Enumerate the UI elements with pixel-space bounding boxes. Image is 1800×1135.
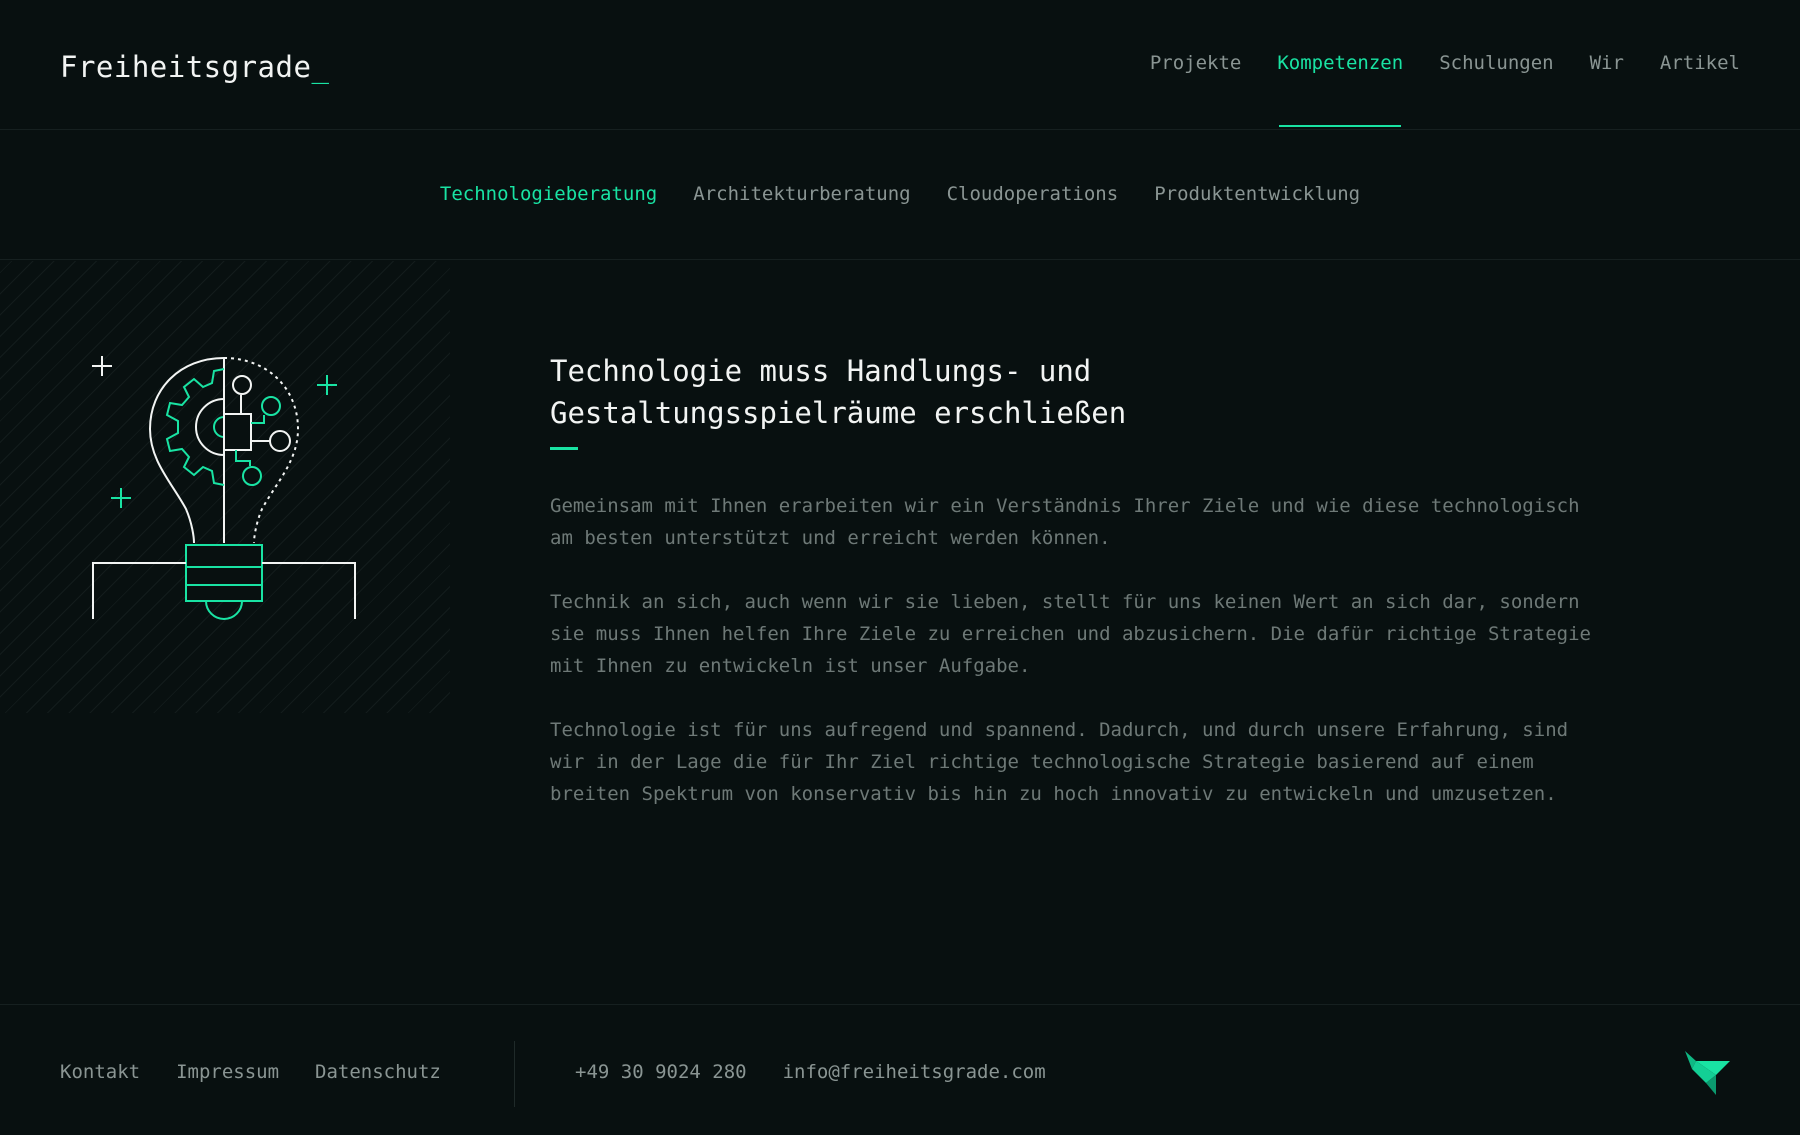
subnav-item-produktentwicklung[interactable]: Produktentwicklung [1154, 183, 1360, 205]
footer-contact: +49 30 9024 280 info@freiheitsgrade.com [575, 1061, 1046, 1083]
lightbulb-circuit-icon [92, 356, 356, 620]
nav-item-schulungen[interactable]: Schulungen [1439, 52, 1553, 130]
main-content: Technologie muss Handlungs- und Gestaltu… [550, 350, 1660, 842]
sub-nav: Technologieberatung Architekturberatung … [0, 130, 1800, 260]
site-header: Freiheitsgrade_ Projekte Kompetenzen Sch… [0, 0, 1800, 130]
body-paragraph: Gemeinsam mit Ihnen erarbeiten wir ein V… [550, 495, 1580, 549]
nav-item-wir[interactable]: Wir [1590, 52, 1624, 130]
bird-logo-icon-graphic [1685, 1051, 1730, 1095]
footer-link-datenschutz[interactable]: Datenschutz [315, 1061, 441, 1083]
brand-cursor: _ [311, 50, 330, 84]
body-paragraph: Technologie ist für uns aufregend und sp… [550, 719, 1569, 805]
footer-links: Kontakt Impressum Datenschutz [60, 1061, 441, 1083]
title-accent-rule [550, 447, 578, 450]
page-title-line-1: Technologie muss Handlungs- und [550, 354, 1092, 388]
subnav-item-cloudoperations[interactable]: Cloudoperations [947, 183, 1119, 205]
phone-link[interactable]: +49 30 9024 280 [575, 1061, 747, 1083]
nav-item-projekte[interactable]: Projekte [1150, 52, 1242, 130]
subnav-item-technologieberatung[interactable]: Technologieberatung [440, 183, 657, 205]
subnav-item-architekturberatung[interactable]: Architekturberatung [693, 183, 910, 205]
brand-name: Freiheitsgrade [60, 50, 312, 84]
page-title-line-2: Gestaltungsspielräume erschließen [550, 396, 1127, 430]
main-nav: Projekte Kompetenzen Schulungen Wir Arti… [1150, 52, 1740, 130]
footer-link-impressum[interactable]: Impressum [176, 1061, 279, 1083]
bird-logo-icon[interactable] [1682, 1047, 1732, 1101]
illustration-panel [0, 261, 450, 713]
nav-item-artikel[interactable]: Artikel [1660, 52, 1740, 130]
email-link[interactable]: info@freiheitsgrade.com [783, 1061, 1046, 1083]
footer-link-kontakt[interactable]: Kontakt [60, 1061, 140, 1083]
footer-divider [514, 1041, 515, 1107]
body-paragraph: Technik an sich, auch wenn wir sie liebe… [550, 591, 1591, 677]
brand-logo[interactable]: Freiheitsgrade_ [60, 50, 329, 84]
nav-item-kompetenzen[interactable]: Kompetenzen [1277, 52, 1403, 130]
page-title: Technologie muss Handlungs- und Gestaltu… [550, 350, 1660, 434]
site-footer: Kontakt Impressum Datenschutz +49 30 902… [0, 1004, 1800, 1135]
